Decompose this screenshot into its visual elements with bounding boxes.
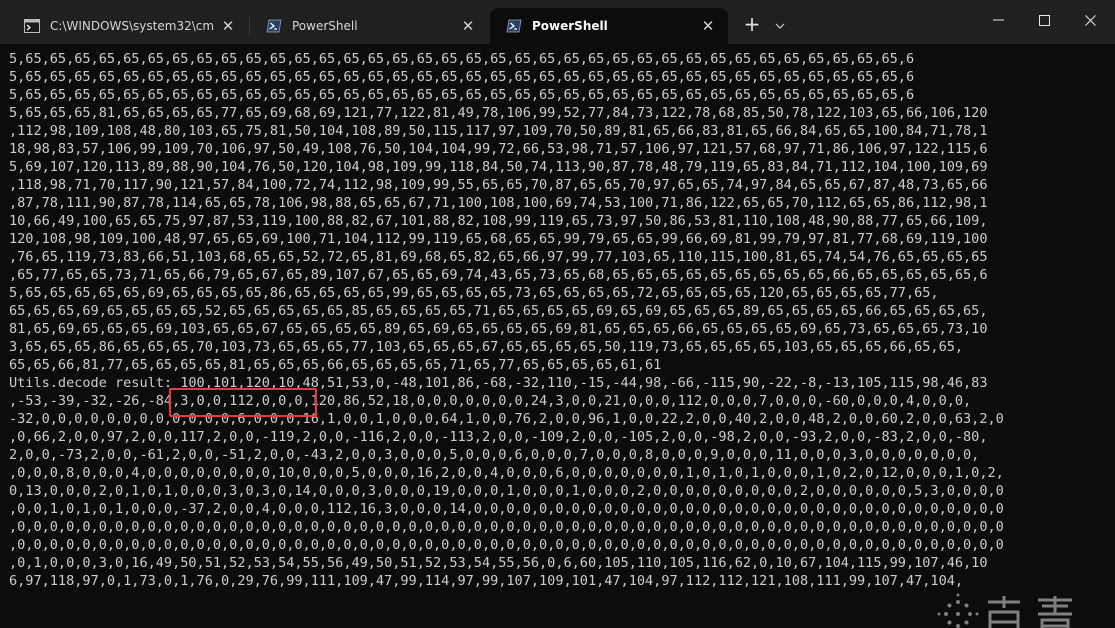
terminal-line: 6,97,118,97,0,1,73,0,1,76,0,29,76,99,111… — [9, 573, 964, 589]
plus-icon: + — [743, 12, 761, 36]
terminal-line: ,112,98,109,108,48,80,103,65,75,81,50,10… — [9, 123, 988, 139]
terminal-line: 65,65,66,81,77,65,65,65,65,81,65,65,65,6… — [9, 357, 662, 373]
watermark-logo — [936, 586, 1106, 628]
maximize-icon — [1038, 14, 1050, 26]
close-window-button[interactable] — [1067, 0, 1113, 40]
terminal-line: 5,65,65,65,65,65,65,65,65,65,65,65,65,65… — [9, 87, 915, 103]
terminal-line: ,65,77,65,65,73,71,65,66,79,65,67,65,89,… — [9, 267, 988, 283]
close-icon[interactable]: ✕ — [214, 12, 242, 40]
minimize-icon — [992, 19, 1004, 21]
highlight-annotation-box — [169, 388, 317, 417]
terminal-output[interactable]: 5,65,65,65,65,65,65,65,65,65,65,65,65,65… — [0, 44, 1115, 628]
terminal-line: 5,69,107,120,113,89,88,90,104,76,50,120,… — [9, 159, 988, 175]
terminal-line: 3,65,65,65,86,65,65,65,70,103,73,65,65,6… — [9, 339, 964, 355]
terminal-line: 65,65,65,69,65,65,65,65,52,65,65,65,65,6… — [9, 303, 988, 319]
tab-label: C:\WINDOWS\system32\cmd.exe — [50, 19, 214, 33]
terminal-line: ,0,0,1,0,1,0,1,0,0,0,-37,2,0,0,4,0,0,0,1… — [9, 501, 1004, 517]
terminal-line: 2,0,0,-73,2,0,0,-61,2,0,0,-51,2,0,0,-43,… — [9, 447, 980, 463]
close-icon[interactable]: ✕ — [454, 12, 482, 40]
tab-cmd[interactable]: C:\WINDOWS\system32\cmd.exe ✕ — [8, 8, 248, 44]
powershell-icon — [266, 19, 282, 33]
close-icon[interactable]: ✕ — [694, 12, 722, 40]
decode-result-line: Utils.decode result: 100,101,120,10,48,5… — [9, 375, 988, 391]
title-bar: C:\WINDOWS\system32\cmd.exe ✕ PowerShell… — [0, 0, 1115, 44]
powershell-icon — [506, 19, 522, 33]
terminal-line: 0,13,0,0,0,2,0,1,0,1,0,0,0,3,0,3,0,14,0,… — [9, 483, 1004, 499]
tab-label: PowerShell — [532, 19, 608, 33]
tab-powershell-1[interactable]: PowerShell ✕ — [250, 8, 488, 44]
terminal-line: ,0,0,0,0,0,0,0,0,0,0,0,0,0,0,0,0,0,0,0,0… — [9, 519, 1004, 535]
terminal-line: ,0,0,0,0,0,0,0,0,0,0,0,0,0,0,0,0,0,0,0,0… — [9, 537, 1004, 553]
terminal-line: ,87,78,111,90,87,78,114,65,65,78,106,98,… — [9, 195, 988, 211]
minimize-button[interactable] — [975, 0, 1021, 40]
tab-label: PowerShell — [292, 19, 358, 33]
terminal-line: ,76,65,119,73,83,66,51,103,68,65,65,52,7… — [9, 249, 988, 265]
terminal-line: 5,65,65,65,65,65,69,65,65,65,65,86,65,65… — [9, 285, 939, 301]
terminal-line: 5,65,65,65,65,65,65,65,65,65,65,65,65,65… — [9, 69, 915, 85]
terminal-line: 81,65,69,65,65,65,69,103,65,65,67,65,65,… — [9, 321, 988, 337]
new-tab-button[interactable]: + — [738, 12, 766, 38]
close-icon — [1084, 14, 1096, 26]
terminal-line: ,0,66,2,0,0,97,2,0,0,117,2,0,0,-119,2,0,… — [9, 429, 988, 445]
terminal-line: ,-53,-39,-32,-26,-84,3,0,0,112,0,0,0,120… — [9, 393, 972, 409]
terminal-line: 5,65,65,65,81,65,65,65,65,77,65,69,68,69… — [9, 105, 988, 121]
tab-powershell-2[interactable]: PowerShell ✕ — [490, 8, 728, 44]
terminal-line: 5,65,65,65,65,65,65,65,65,65,65,65,65,65… — [9, 51, 915, 67]
cmd-icon — [24, 19, 40, 33]
terminal-line: ,0,1,0,0,0,3,0,16,49,50,51,52,53,54,55,5… — [9, 555, 988, 571]
terminal-line: -32,0,0,0,0,0,0,0,0,0,0,0,0,6,0,0,0,16,1… — [9, 411, 1004, 427]
chevron-down-icon — [775, 18, 785, 32]
tab-dropdown-button[interactable] — [768, 12, 792, 38]
terminal-line: 18,98,83,57,106,99,109,70,106,97,50,49,1… — [9, 141, 988, 157]
terminal-line: 120,108,98,109,100,48,97,65,65,69,100,71… — [9, 231, 988, 247]
terminal-line: ,0,0,0,8,0,0,0,4,0,0,0,0,0,0,0,0,10,0,0,… — [9, 465, 1004, 481]
maximize-button[interactable] — [1021, 0, 1067, 40]
terminal-line: 10,66,49,100,65,65,75,97,87,53,119,100,8… — [9, 213, 988, 229]
terminal-line: ,118,98,71,70,117,90,121,57,84,100,72,74… — [9, 177, 988, 193]
